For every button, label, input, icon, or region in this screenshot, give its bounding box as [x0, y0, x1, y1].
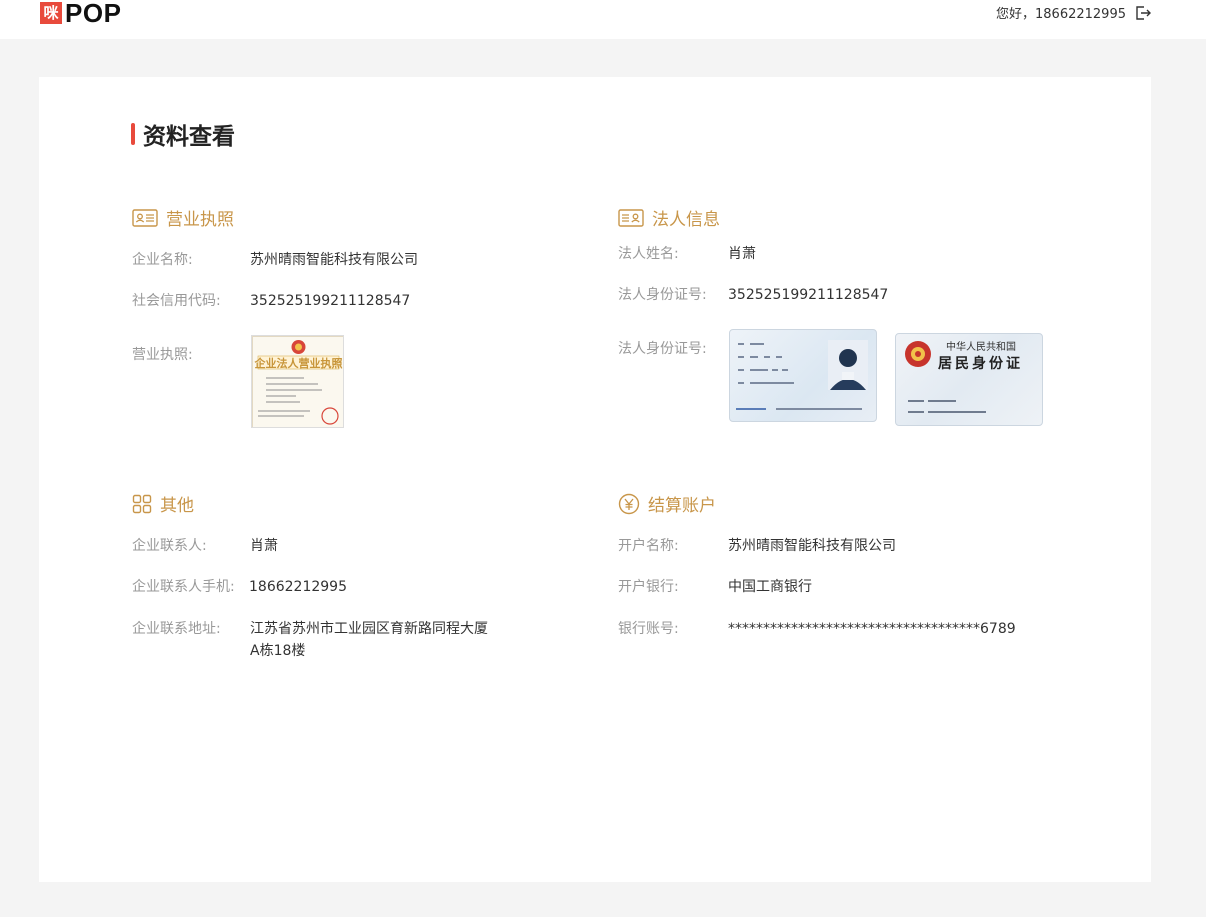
- top-bar: 咪 POP 您好，18662212995: [0, 0, 1206, 39]
- person-card-icon: [618, 208, 644, 227]
- legal-name-value: 肖萧: [728, 246, 756, 262]
- bank-label: 开户银行:: [618, 579, 679, 595]
- section-business-license: 营业执照: [132, 205, 234, 230]
- phone-value: 18662212995: [249, 579, 347, 595]
- id-card-back-graphic: 中华人民共和国 居民身份证: [905, 340, 1023, 413]
- id-card-back-image[interactable]: 中华人民共和国 居民身份证: [895, 333, 1043, 426]
- grid-icon: [132, 494, 152, 513]
- yuan-icon: [618, 493, 640, 514]
- company-name-label: 企业名称:: [132, 252, 193, 268]
- license-image-label: 营业执照:: [132, 347, 193, 363]
- legal-id-image-label: 法人身份证号:: [618, 341, 707, 357]
- section-heading: 其他: [160, 496, 194, 516]
- page-title-text: 资料查看: [143, 124, 235, 150]
- page-title: 资料查看: [131, 117, 235, 151]
- account-name-label: 开户名称:: [618, 538, 679, 554]
- credit-code-label: 社会信用代码:: [132, 293, 221, 309]
- credit-code-value: 352525199211128547: [250, 293, 411, 309]
- id-card-front-image[interactable]: [729, 329, 877, 422]
- logout-icon[interactable]: [1134, 4, 1152, 22]
- company-name-value: 苏州晴雨智能科技有限公司: [250, 252, 418, 268]
- account-no-value: ************************************6789: [728, 621, 1016, 637]
- id-card-front-graphic: [736, 340, 868, 410]
- section-other: 其他: [132, 491, 194, 516]
- id-back-country: 中华人民共和国: [946, 340, 1016, 353]
- account-name-value: 苏州晴雨智能科技有限公司: [728, 538, 896, 554]
- section-heading: 法人信息: [652, 210, 720, 230]
- legal-name-label: 法人姓名:: [618, 246, 679, 262]
- logo[interactable]: 咪 POP: [40, 0, 121, 26]
- contact-label: 企业联系人:: [132, 538, 207, 554]
- logo-mark: 咪: [40, 2, 62, 24]
- user-info: 您好，18662212995: [996, 3, 1152, 22]
- license-thumb-title: 企业法人营业执照: [254, 356, 343, 370]
- section-settlement: 结算账户: [618, 491, 716, 516]
- account-no-label: 银行账号:: [618, 621, 679, 637]
- section-heading: 结算账户: [648, 496, 716, 516]
- contact-value: 肖萧: [250, 538, 278, 554]
- id-back-title: 居民身份证: [938, 355, 1023, 372]
- license-document-graphic: 企业法人营业执照: [252, 336, 343, 427]
- business-license-image[interactable]: 企业法人营业执照: [251, 335, 344, 428]
- legal-id-value: 352525199211128547: [728, 287, 889, 303]
- logo-text: POP: [65, 0, 122, 28]
- id-card-icon: [132, 208, 158, 227]
- profile-card: 资料查看 营业执照 企业名称: 苏州晴雨智能科技有限公司 社会信用代码: 352…: [39, 77, 1151, 882]
- bank-value: 中国工商银行: [728, 579, 812, 595]
- phone-label: 企业联系人手机:: [132, 579, 235, 595]
- title-accent-bar: [131, 123, 135, 145]
- user-greeting: 您好，18662212995: [996, 7, 1126, 22]
- section-legal-person: 法人信息: [618, 205, 720, 230]
- section-heading: 营业执照: [166, 210, 234, 230]
- legal-id-label: 法人身份证号:: [618, 287, 707, 303]
- address-label: 企业联系地址:: [132, 621, 221, 637]
- address-value: 江苏省苏州市工业园区育新路同程大厦A栋18楼: [250, 621, 488, 659]
